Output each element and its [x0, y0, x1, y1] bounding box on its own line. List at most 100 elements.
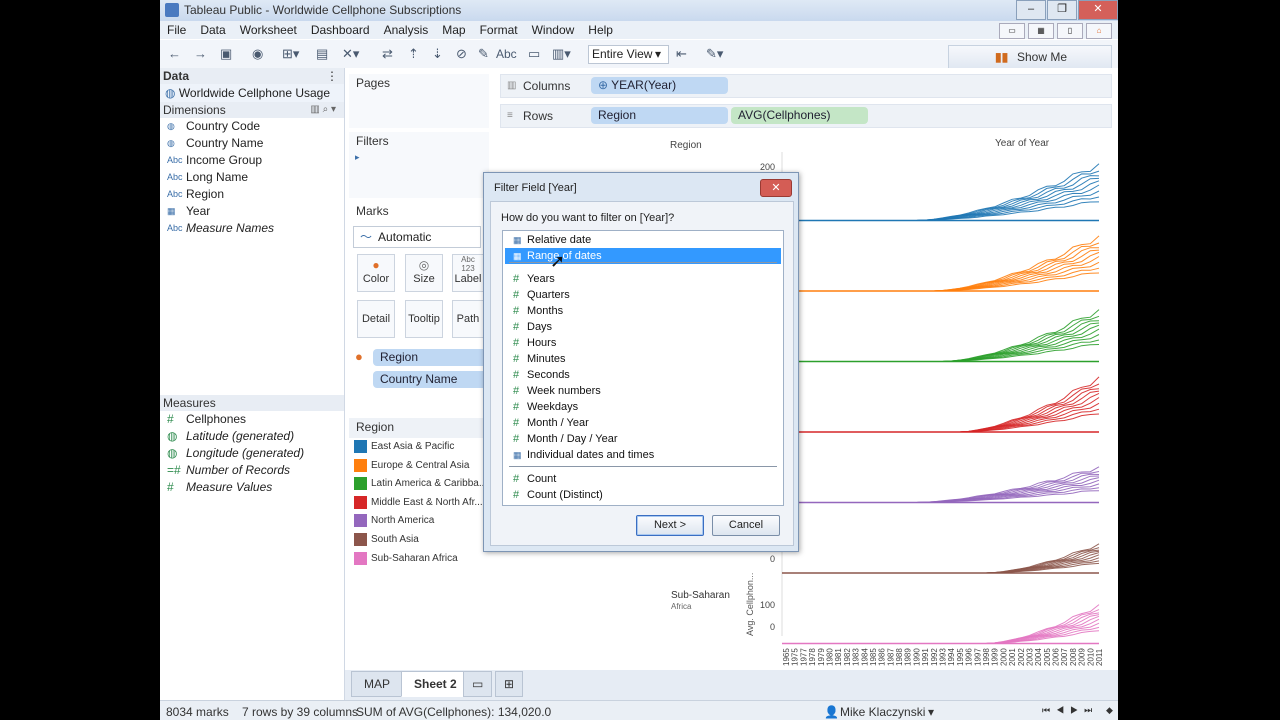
dimension-field[interactable]: Abc Income Group [160, 152, 344, 169]
restore-icon[interactable]: ❐ [1047, 0, 1077, 20]
user-menu-chevron-icon[interactable]: ▾ [928, 705, 934, 719]
menu-worksheet[interactable]: Worksheet [233, 21, 304, 39]
measure-field[interactable]: # Cellphones [160, 411, 344, 428]
datasource-icon[interactable]: ◉ [252, 45, 263, 63]
menu-help[interactable]: Help [581, 21, 620, 39]
filter-option[interactable]: # Quarters [505, 287, 781, 303]
filter-option[interactable]: # Years [505, 271, 781, 287]
color-button[interactable]: ● Color [357, 254, 395, 292]
dimension-field[interactable]: ◍ Country Code [160, 118, 344, 135]
dialog-close-icon[interactable]: ✕ [760, 179, 792, 197]
next-button[interactable]: Next > [636, 515, 704, 536]
menu-file[interactable]: File [160, 21, 193, 39]
clear-sheet-icon[interactable]: ✕▾ [342, 45, 359, 63]
minimize-icon[interactable]: – [1016, 0, 1046, 20]
mark-type-select[interactable]: 〜 Automatic [353, 226, 481, 248]
dimension-field[interactable]: ▦ Year [160, 203, 344, 220]
sort-ascending-icon[interactable]: ⇡ [408, 45, 419, 63]
tooltip-icon[interactable]: ▭ [528, 45, 540, 63]
show-labels-icon[interactable]: Abc [496, 45, 517, 63]
dimension-field[interactable]: Abc Long Name [160, 169, 344, 186]
save-icon[interactable]: ▣ [220, 45, 232, 63]
filter-option[interactable]: # Week numbers [505, 383, 781, 399]
fit-icon[interactable]: ▥▾ [552, 45, 571, 63]
dimension-field[interactable]: ◍ Country Name [160, 135, 344, 152]
redo-icon[interactable]: → [194, 45, 207, 63]
search-icon[interactable]: ▥ ⌕ ▾ [310, 102, 336, 118]
status-user[interactable]: Mike Klaczynski [840, 705, 925, 719]
swap-icon[interactable]: ⇄ [382, 45, 393, 63]
show-me-button[interactable]: ▮▮ Show Me [948, 45, 1112, 69]
legend-item[interactable]: South Asia [354, 533, 419, 551]
dimension-field[interactable]: Abc Measure Names [160, 220, 344, 237]
year-pill[interactable]: ⊕ YEAR(Year) [591, 77, 728, 94]
region-row-pill[interactable]: Region [591, 107, 728, 124]
marks-country-pill[interactable]: Country Name [373, 371, 498, 388]
legend-item[interactable]: Sub-Saharan Africa [354, 551, 458, 570]
marks-region-pill[interactable]: Region [373, 349, 498, 366]
new-worksheet-icon[interactable]: ▭ [463, 671, 493, 697]
legend-item[interactable]: Europe & Central Asia [354, 458, 469, 477]
filter-option[interactable]: # Count (Distinct) [505, 487, 781, 503]
legend-item[interactable]: East Asia & Pacific [354, 440, 454, 458]
size-button[interactable]: ◎ Size [405, 254, 443, 292]
measure-field[interactable]: ◍ Longitude (generated) [160, 445, 344, 462]
sheet-menu-icon[interactable]: ◆ [1106, 705, 1113, 716]
new-sheet-icon[interactable]: ⊞▾ [282, 45, 299, 63]
dialog-title: Filter Field [Year] [494, 182, 577, 194]
filter-option[interactable]: # Hours [505, 335, 781, 351]
legend-item[interactable]: Middle East & North Afr... [354, 495, 483, 514]
sort-descending-icon[interactable]: ⇣ [432, 45, 443, 63]
filter-option[interactable]: # Count [505, 471, 781, 487]
datasource-item[interactable]: ◍ Worldwide Cellphone Usage (... [160, 84, 344, 118]
layout-icon[interactable]: ▦ [1028, 23, 1054, 39]
undo-icon[interactable]: ← [168, 45, 181, 63]
menu-analysis[interactable]: Analysis [377, 21, 436, 39]
filter-option[interactable]: # Seconds [505, 367, 781, 383]
menu-data[interactable]: Data [193, 21, 232, 39]
legend-item[interactable]: Latin America & Caribba... [354, 477, 487, 495]
view-mode-select[interactable]: Entire View ▾ [588, 45, 669, 64]
home-icon[interactable]: ⌂ [1086, 23, 1112, 39]
tooltip-button[interactable]: Tooltip [405, 300, 443, 338]
cancel-button[interactable]: Cancel [712, 515, 780, 536]
filters-card[interactable]: Filters ▸ [349, 132, 489, 198]
label-button[interactable]: Abc 123 Label [452, 254, 484, 292]
dimension-field[interactable]: Abc Region [160, 186, 344, 203]
filter-option[interactable]: # Month / Year [505, 415, 781, 431]
sheet-nav-icons[interactable]: ⏮◀▶⏭ [1042, 705, 1098, 716]
pages-card[interactable]: Pages [349, 74, 489, 128]
filter-option[interactable]: # Minutes [505, 351, 781, 367]
legend-item[interactable]: North America [354, 514, 434, 532]
new-dashboard-icon[interactable]: ⊞ [495, 671, 524, 697]
columns-shelf[interactable]: ▥ Columns ⊕ YEAR(Year) [500, 74, 1112, 98]
measure-field[interactable]: # Measure Values [160, 479, 344, 496]
filter-option[interactable]: ▦ Individual dates and times [505, 447, 781, 463]
filter-option[interactable]: # Weekdays [505, 399, 781, 415]
tab-sheet-2[interactable]: Sheet 2 [401, 671, 470, 697]
menu-dashboard[interactable]: Dashboard [304, 21, 377, 39]
presentation-icon[interactable]: ▭ [999, 23, 1025, 39]
menu-window[interactable]: Window [525, 21, 582, 39]
menu-format[interactable]: Format [473, 21, 525, 39]
measure-field[interactable]: ◍ Latitude (generated) [160, 428, 344, 445]
fix-axes-icon[interactable]: ⇤ [676, 45, 687, 63]
pane-menu-icon[interactable]: ⋮ [326, 68, 338, 84]
measure-field[interactable]: =# Number of Records [160, 462, 344, 479]
path-button[interactable]: Path [452, 300, 484, 338]
filter-option[interactable]: # Month / Day / Year [505, 431, 781, 447]
avg-cellphones-pill[interactable]: AVG(Cellphones) [731, 107, 868, 124]
rows-shelf[interactable]: ≡ Rows Region AVG(Cellphones) [500, 104, 1112, 128]
device-icon[interactable]: ▯ [1057, 23, 1083, 39]
detail-button[interactable]: Detail [357, 300, 395, 338]
tab-map[interactable]: MAP [351, 671, 404, 697]
presentation-pen-icon[interactable]: ✎▾ [706, 45, 723, 63]
filter-option[interactable]: # Months [505, 303, 781, 319]
menu-map[interactable]: Map [435, 21, 472, 39]
duplicate-sheet-icon[interactable]: ▤ [316, 45, 328, 63]
close-icon[interactable]: ✕ [1078, 0, 1118, 20]
group-icon[interactable]: ⊘ [456, 45, 467, 63]
filter-option[interactable]: ▦ Relative date [505, 232, 781, 248]
filter-option[interactable]: # Days [505, 319, 781, 335]
highlight-icon[interactable]: ✎ [478, 45, 489, 63]
